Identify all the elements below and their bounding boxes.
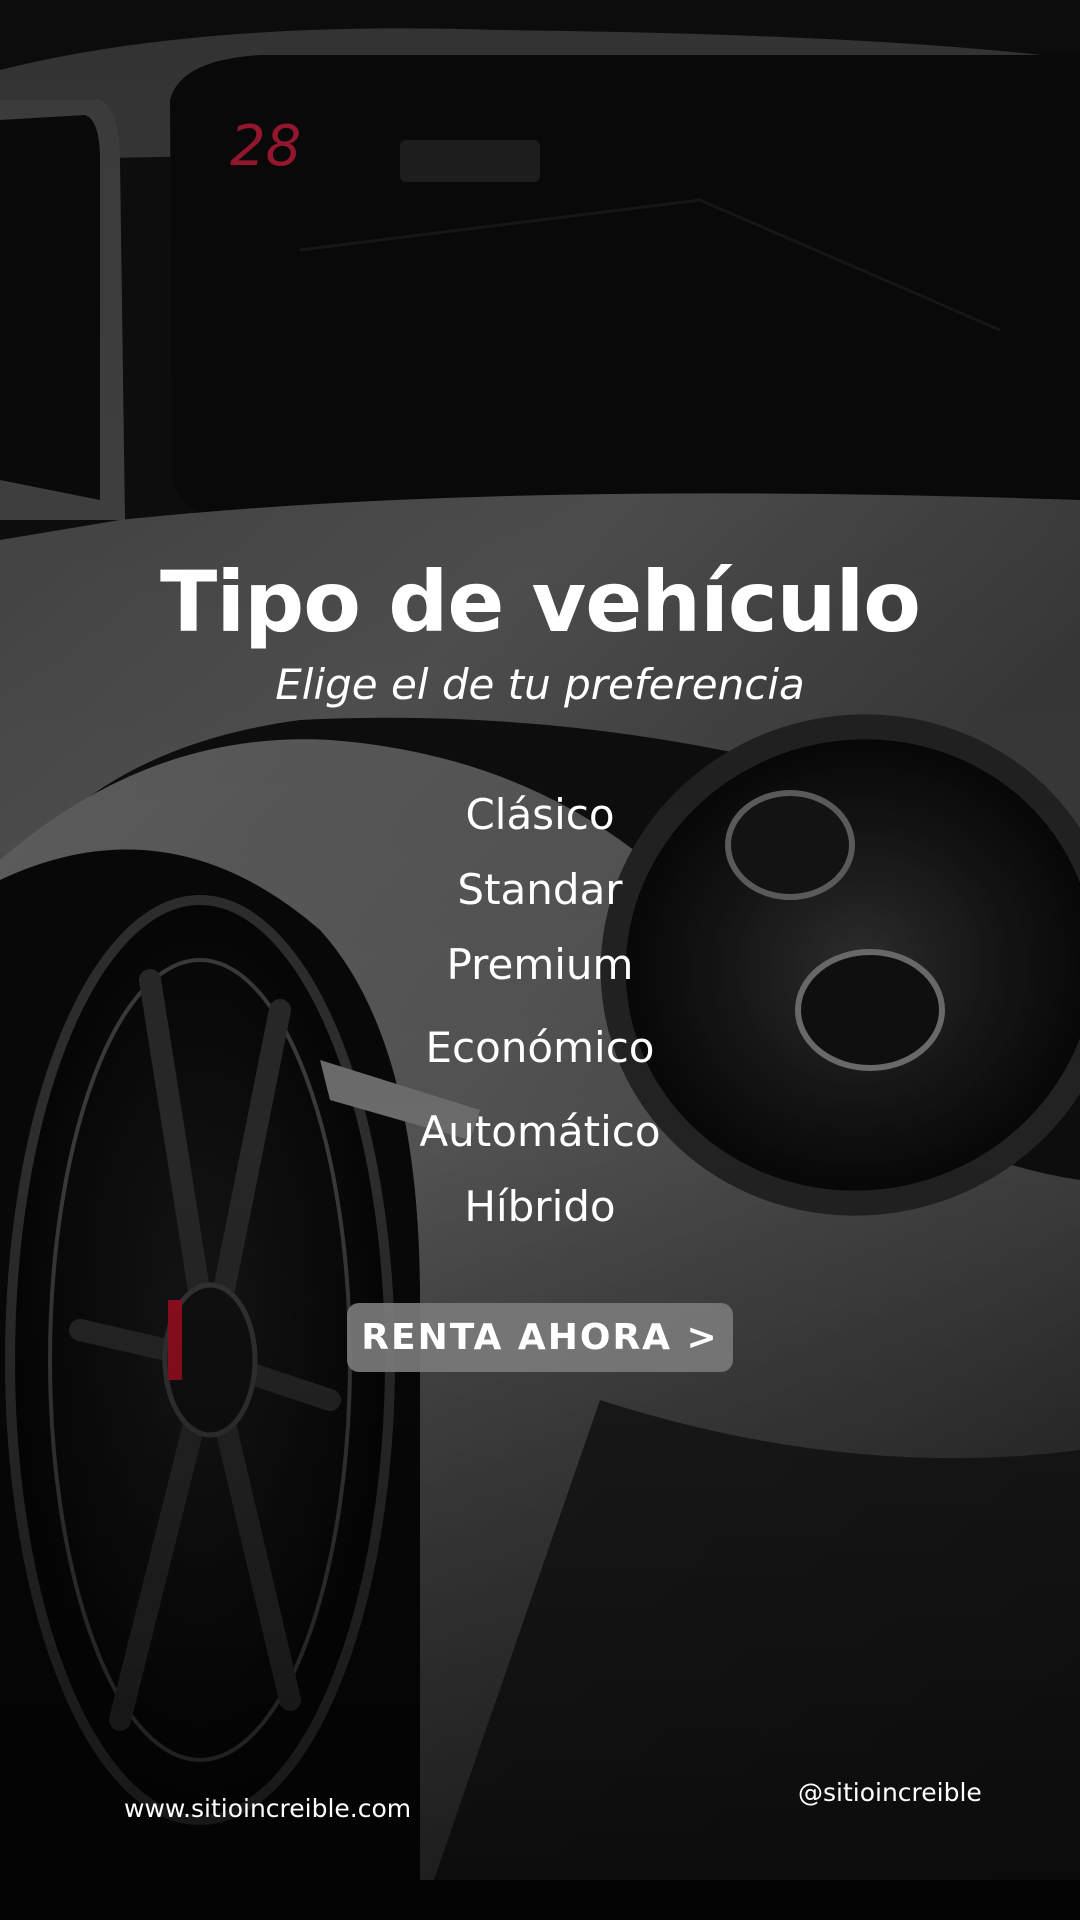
vehicle-option-hibrido[interactable]: Híbrido xyxy=(0,1186,1080,1228)
social-handle[interactable]: @sitioincreible xyxy=(798,1778,982,1807)
rent-now-button[interactable]: RENTA AHORA > xyxy=(347,1303,733,1372)
page-title: Tipo de vehículo xyxy=(160,553,921,651)
vehicle-option-premium[interactable]: Premium xyxy=(0,944,1080,986)
website-link[interactable]: www.sitioincreible.com xyxy=(124,1794,411,1823)
vehicle-option-economico[interactable]: Económico xyxy=(0,1027,1080,1069)
page-subtitle: Elige el de tu preferencia xyxy=(275,660,805,709)
vehicle-option-clasico[interactable]: Clásico xyxy=(0,794,1080,836)
vehicle-option-automatico[interactable]: Automático xyxy=(0,1111,1080,1153)
vehicle-option-standar[interactable]: Standar xyxy=(0,869,1080,911)
